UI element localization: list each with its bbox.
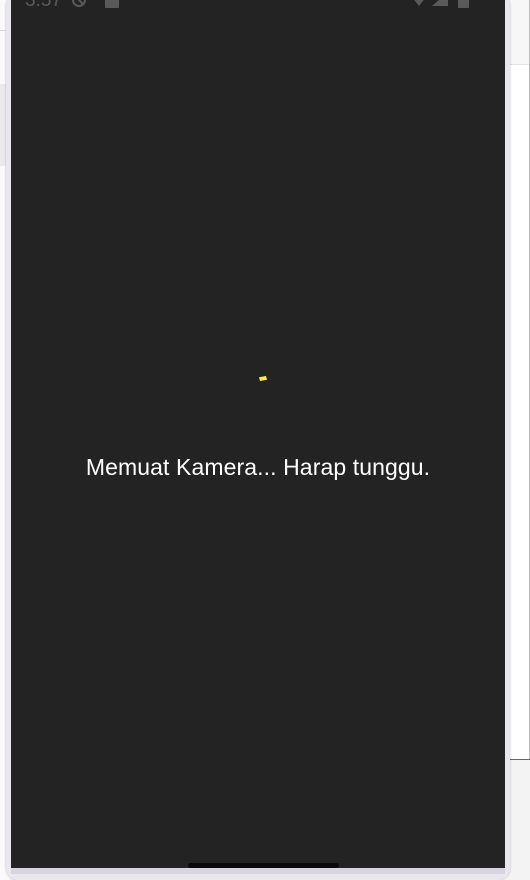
desktop: 3:57 Memuat Kamera... Harap tunggu.	[0, 0, 530, 880]
dnd-icon	[72, 0, 86, 7]
phone-emulator-frame: 3:57 Memuat Kamera... Harap tunggu.	[6, 0, 510, 880]
wifi-icon	[414, 0, 424, 6]
battery-saver-icon	[105, 0, 119, 8]
signal-icon	[432, 0, 448, 6]
loading-spinner	[259, 376, 267, 381]
loading-message: Memuat Kamera... Harap tunggu.	[85, 454, 431, 480]
battery-icon	[458, 0, 469, 8]
phone-screen: 3:57 Memuat Kamera... Harap tunggu.	[11, 0, 505, 874]
status-bar: 3:57	[11, 0, 505, 16]
status-time: 3:57	[25, 0, 62, 11]
